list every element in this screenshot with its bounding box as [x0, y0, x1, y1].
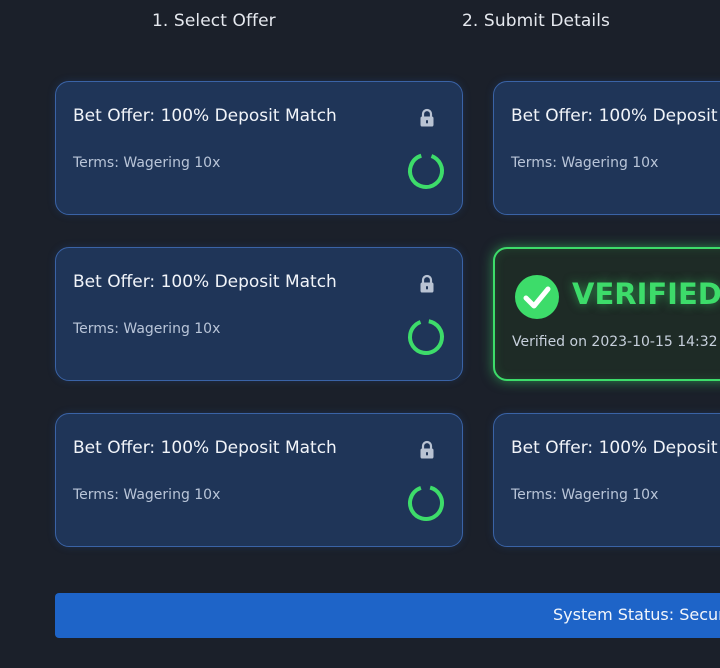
progress-ring-icon — [408, 153, 444, 189]
offer-card[interactable]: Bet Offer: 100% Deposit Match Terms: Wag… — [55, 81, 463, 215]
system-status-text: System Status: Secur — [553, 605, 720, 624]
verified-card: VERIFIED Verified on 2023-10-15 14:32 U — [493, 247, 720, 381]
check-circle-icon — [515, 275, 559, 319]
step-submit-details-label: 2. Submit Details — [462, 11, 610, 31]
offer-terms: Terms: Wagering 10x — [73, 155, 221, 171]
offer-verification-screen: 1. Select Offer 2. Submit Details Bet Of… — [0, 0, 720, 668]
detail-card[interactable]: Bet Offer: 100% Deposit M Terms: Wagerin… — [493, 413, 720, 547]
verified-label: VERIFIED — [572, 277, 720, 311]
offer-title: Bet Offer: 100% Deposit Match — [73, 106, 337, 126]
detail-title: Bet Offer: 100% Deposit M — [511, 438, 720, 458]
step-select-offer-label: 1. Select Offer — [152, 11, 276, 31]
system-status-bar: System Status: Secur — [55, 593, 720, 638]
detail-card[interactable]: Bet Offer: 100% Deposit M Terms: Wagerin… — [493, 81, 720, 215]
lock-icon — [420, 274, 434, 293]
offer-card[interactable]: Bet Offer: 100% Deposit Match Terms: Wag… — [55, 413, 463, 547]
detail-terms: Terms: Wagering 10x — [511, 487, 659, 503]
progress-ring-icon — [408, 319, 444, 355]
offer-title: Bet Offer: 100% Deposit Match — [73, 438, 337, 458]
detail-terms: Terms: Wagering 10x — [511, 155, 659, 171]
verified-timestamp: Verified on 2023-10-15 14:32 U — [512, 334, 720, 350]
offer-terms: Terms: Wagering 10x — [73, 487, 221, 503]
lock-icon — [420, 108, 434, 127]
offer-terms: Terms: Wagering 10x — [73, 321, 221, 337]
detail-title: Bet Offer: 100% Deposit M — [511, 106, 720, 126]
lock-icon — [420, 440, 434, 459]
offer-card[interactable]: Bet Offer: 100% Deposit Match Terms: Wag… — [55, 247, 463, 381]
progress-ring-icon — [408, 485, 444, 521]
offer-title: Bet Offer: 100% Deposit Match — [73, 272, 337, 292]
